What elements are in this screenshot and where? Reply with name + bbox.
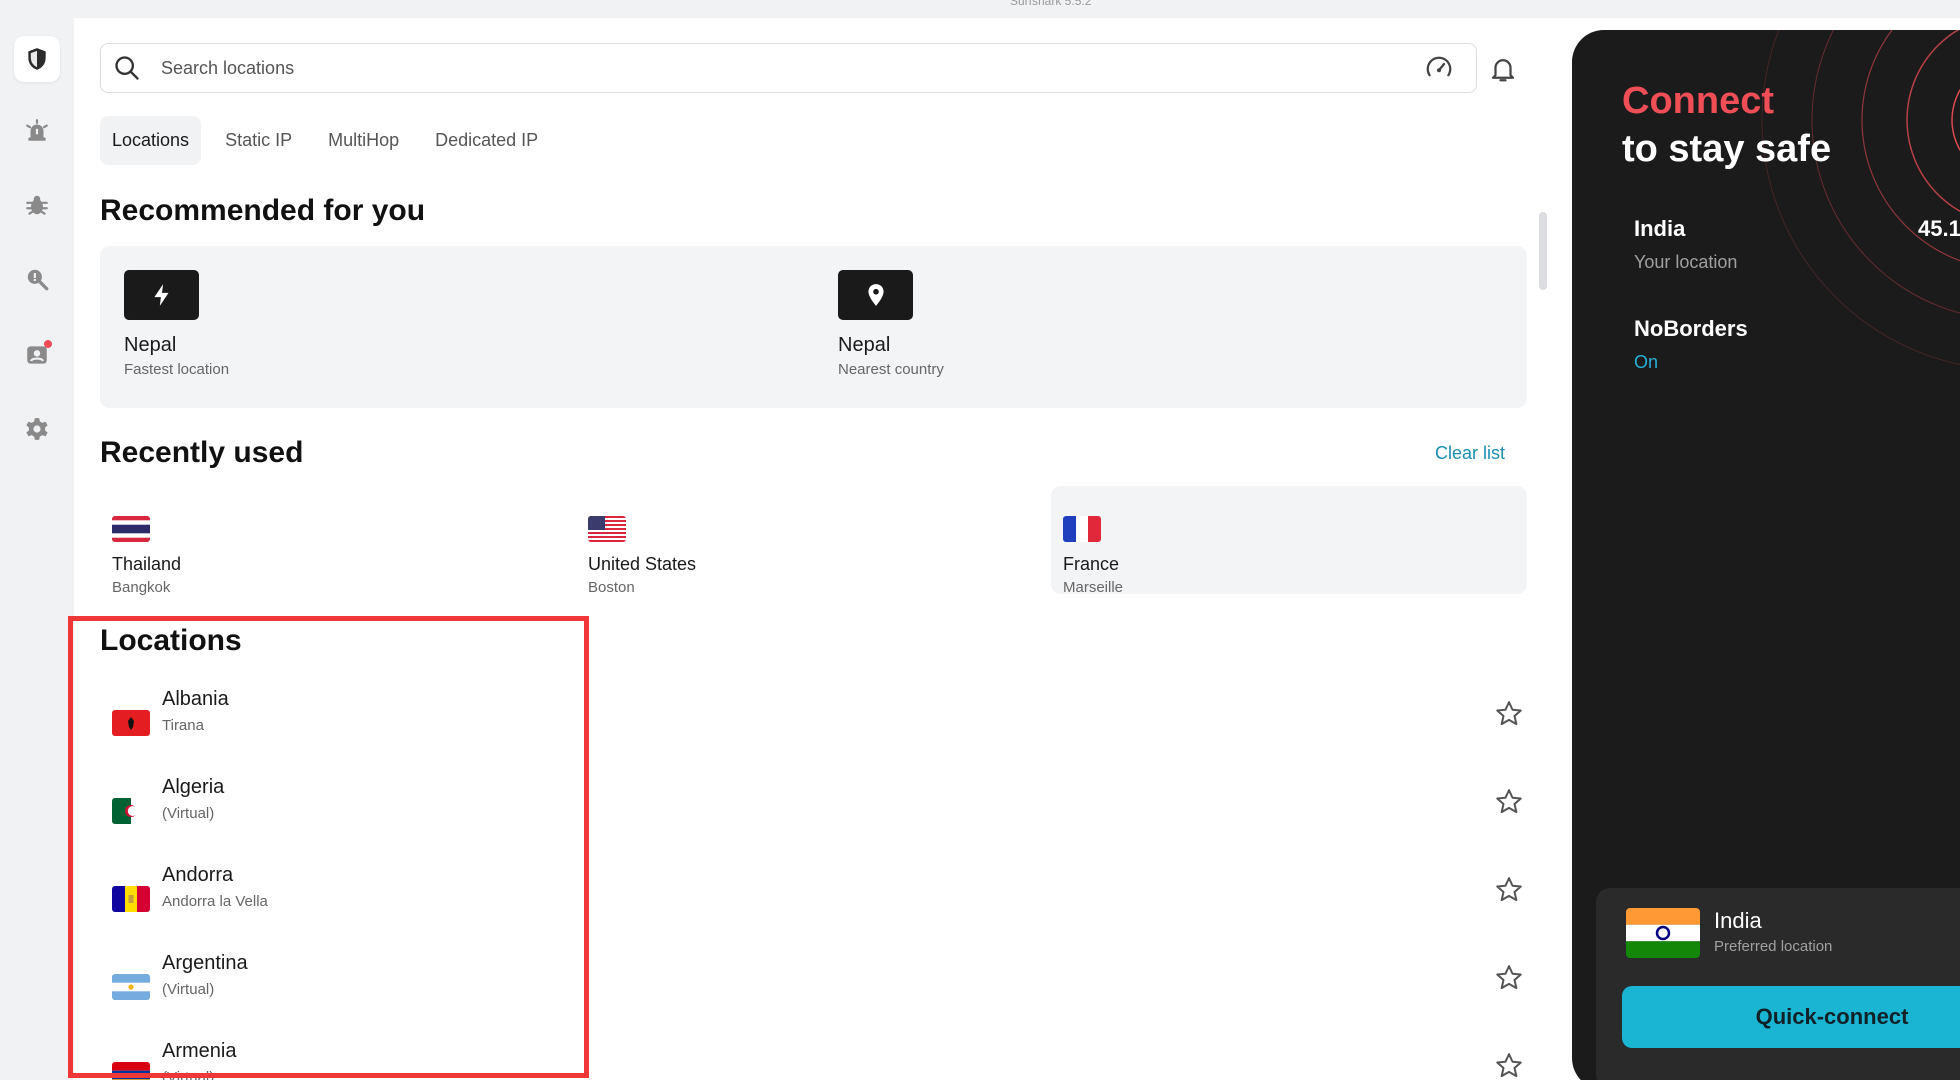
- sidebar-item-antivirus[interactable]: [14, 182, 60, 228]
- notification-dot: [44, 340, 52, 348]
- location-tabs: Locations Static IP MultiHop Dedicated I…: [100, 116, 550, 165]
- location-name: Armenia: [162, 1040, 237, 1062]
- star-icon: [1496, 1053, 1522, 1078]
- star-icon: [1496, 877, 1522, 902]
- pin-icon: [867, 284, 884, 306]
- algeria-flag-icon: [112, 798, 150, 824]
- title-bar: Surfshark 5.5.2: [0, 0, 1960, 18]
- noborders-status: On: [1634, 352, 1659, 372]
- bolt-icon: [153, 284, 168, 306]
- favorite-button[interactable]: [1491, 784, 1527, 820]
- usa-flag-icon: [588, 516, 626, 542]
- armenia-flag-icon: [112, 1062, 150, 1080]
- sidebar-item-search[interactable]: [14, 256, 60, 302]
- argentina-flag-icon: [112, 974, 150, 1000]
- location-row-armenia[interactable]: Armenia (Virtual): [100, 1040, 1527, 1080]
- preferred-sub: Preferred location: [1714, 938, 1833, 955]
- tab-locations[interactable]: Locations: [100, 116, 202, 165]
- preferred-location-card[interactable]: India Preferred location: [1596, 888, 1960, 1080]
- favorite-button[interactable]: [1491, 696, 1527, 732]
- recent-heading: Recently used: [100, 436, 304, 469]
- clear-list-link[interactable]: Clear list: [1435, 443, 1505, 464]
- india-flag-icon: [1626, 908, 1700, 958]
- location-name: Argentina: [162, 952, 248, 974]
- location-sub: (Virtual): [162, 981, 215, 998]
- connect-subtitle: to stay safe: [1622, 128, 1832, 170]
- recommended-sub: Nearest country: [838, 361, 944, 378]
- fastest-badge: [124, 270, 199, 320]
- recent-name: Thailand: [112, 554, 182, 574]
- recent-sub: Boston: [588, 579, 635, 596]
- current-location-sub: Your location: [1634, 252, 1738, 272]
- thailand-flag-icon: [112, 516, 150, 542]
- recent-sub: Marseille: [1063, 579, 1124, 596]
- scrollbar-thumb[interactable]: [1539, 212, 1547, 290]
- search-bar[interactable]: [100, 43, 1477, 93]
- location-row-albania[interactable]: Albania Tirana: [100, 688, 1527, 758]
- search-input[interactable]: [161, 57, 1361, 79]
- quick-connect-button[interactable]: Quick-connect: [1622, 986, 1960, 1048]
- recent-name: France: [1063, 554, 1120, 574]
- recommended-heading: Recommended for you: [100, 194, 426, 227]
- gear-icon: [26, 418, 48, 440]
- recent-item-united-states[interactable]: United States Boston: [576, 486, 1052, 596]
- sidebar-item-alert[interactable]: [14, 108, 60, 154]
- recommended-nearest[interactable]: Nepal Nearest country: [838, 270, 944, 378]
- sidebar: [0, 18, 74, 1080]
- favorite-button[interactable]: [1491, 960, 1527, 996]
- bug-icon: [26, 195, 48, 215]
- tab-dedicated-ip[interactable]: Dedicated IP: [423, 116, 550, 165]
- connection-panel: Connect to stay safe India Your location…: [1572, 30, 1960, 1080]
- sidebar-item-vpn[interactable]: [14, 36, 60, 82]
- shield-icon: [28, 48, 46, 70]
- connect-title: Connect: [1622, 80, 1774, 122]
- main-content: Locations Static IP MultiHop Dedicated I…: [74, 18, 1568, 1080]
- recommended-name: Nepal: [124, 334, 177, 356]
- notifications-button[interactable]: [1484, 50, 1522, 88]
- location-sub: Andorra la Vella: [162, 893, 268, 910]
- locations-heading: Locations: [100, 624, 242, 657]
- search-alert-icon: [27, 269, 49, 291]
- recommended-name: Nepal: [838, 334, 891, 356]
- star-icon: [1496, 965, 1522, 990]
- location-sub: Tirana: [162, 717, 204, 734]
- andorra-flag-icon: [112, 886, 150, 912]
- tab-multihop[interactable]: MultiHop: [316, 116, 411, 165]
- recent-item-france[interactable]: France Marseille: [1051, 486, 1527, 596]
- window-title: Surfshark 5.5.2: [1010, 0, 1092, 8]
- recommended-fastest[interactable]: Nepal Fastest location: [124, 270, 229, 378]
- location-name: Albania: [162, 688, 229, 710]
- search-icon: [115, 56, 139, 80]
- albania-flag-icon: [112, 710, 150, 736]
- bell-icon: [1491, 59, 1515, 82]
- preferred-name: India: [1714, 908, 1762, 933]
- sidebar-item-contacts[interactable]: [14, 332, 60, 378]
- location-row-andorra[interactable]: Andorra Andorra la Vella: [100, 864, 1527, 934]
- location-sub: (Virtual): [162, 805, 215, 822]
- speed-test-button[interactable]: [1420, 50, 1458, 88]
- tab-static-ip[interactable]: Static IP: [213, 116, 304, 165]
- favorite-button[interactable]: [1491, 872, 1527, 908]
- favorite-button[interactable]: [1491, 1048, 1527, 1080]
- star-icon: [1496, 701, 1522, 726]
- recommended-sub: Fastest location: [124, 361, 230, 378]
- noborders-label: NoBorders: [1634, 316, 1748, 341]
- france-flag-icon: [1063, 516, 1101, 542]
- ip-address: 45.1: [1918, 216, 1960, 241]
- location-row-argentina[interactable]: Argentina (Virtual): [100, 952, 1527, 1022]
- location-name: Algeria: [162, 776, 225, 798]
- current-location-name: India: [1634, 216, 1686, 241]
- location-sub: (Virtual): [162, 1069, 215, 1080]
- location-row-algeria[interactable]: Algeria (Virtual): [100, 776, 1527, 846]
- sidebar-item-settings[interactable]: [14, 406, 60, 452]
- recent-item-thailand[interactable]: Thailand Bangkok: [100, 486, 576, 596]
- location-name: Andorra: [162, 864, 234, 886]
- recent-name: United States: [588, 554, 697, 574]
- recommended-card: Nepal Fastest location Nepal Nearest cou…: [100, 246, 1527, 408]
- star-icon: [1496, 789, 1522, 814]
- alert-icon: [26, 119, 48, 141]
- recent-sub: Bangkok: [112, 579, 171, 596]
- speedometer-icon: [1426, 56, 1452, 77]
- nearest-badge: [838, 270, 913, 320]
